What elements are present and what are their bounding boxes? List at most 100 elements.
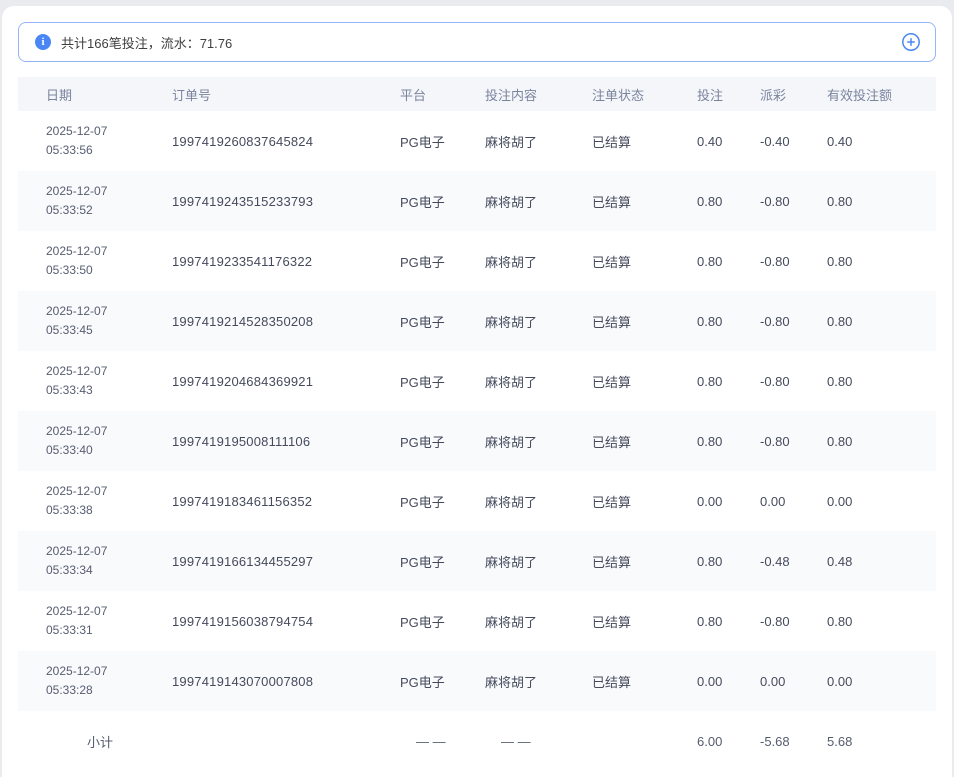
cell-bet: 0.80 (697, 554, 760, 569)
cell-bet: 0.80 (697, 194, 760, 209)
cell-platform: PG电子 (400, 132, 485, 151)
cell-payout: -0.40 (760, 134, 827, 149)
subtotal-content-dash: — — (485, 734, 592, 749)
cell-valid-bet: 0.80 (827, 614, 926, 629)
subtotal-platform-dash: — — (400, 734, 485, 749)
cell-date: 2025-12-07 05:33:45 (46, 302, 172, 340)
cell-content: 麻将胡了 (485, 552, 592, 571)
cell-order-number: 1997419143070007808 (172, 674, 400, 689)
cell-bet: 0.00 (697, 674, 760, 689)
cell-date: 2025-12-07 05:33:28 (46, 662, 172, 700)
cell-status: 已结算 (592, 192, 697, 211)
cell-order-number: 1997419233541176322 (172, 254, 400, 269)
cell-date: 2025-12-07 05:33:34 (46, 542, 172, 580)
cell-bet: 0.80 (697, 254, 760, 269)
cell-valid-bet: 0.80 (827, 314, 926, 329)
subtotal-valid-bet: 5.68 (827, 734, 926, 749)
table-body: 2025-12-07 05:33:56 1997419260837645824 … (18, 111, 936, 711)
cell-status: 已结算 (592, 492, 697, 511)
cell-content: 麻将胡了 (485, 252, 592, 271)
cell-payout: -0.80 (760, 434, 827, 449)
table-row: 2025-12-07 05:33:50 1997419233541176322 … (18, 231, 936, 291)
table-row: 2025-12-07 05:33:56 1997419260837645824 … (18, 111, 936, 171)
cell-bet: 0.80 (697, 314, 760, 329)
cell-payout: -0.80 (760, 194, 827, 209)
col-header-content: 投注内容 (485, 85, 592, 104)
cell-platform: PG电子 (400, 432, 485, 451)
cell-date: 2025-12-07 05:33:40 (46, 422, 172, 460)
cell-status: 已结算 (592, 612, 697, 631)
cell-date: 2025-12-07 05:33:52 (46, 182, 172, 220)
col-header-bet: 投注 (697, 85, 760, 104)
cell-payout: -0.80 (760, 314, 827, 329)
cell-payout: -0.48 (760, 554, 827, 569)
cell-platform: PG电子 (400, 192, 485, 211)
cell-platform: PG电子 (400, 312, 485, 331)
cell-order-number: 1997419195008111106 (172, 434, 400, 449)
cell-order-number: 1997419156038794754 (172, 614, 400, 629)
bets-table: 日期 订单号 平台 投注内容 注单状态 投注 派彩 有效投注额 2025-12-… (18, 77, 936, 771)
cell-payout: 0.00 (760, 674, 827, 689)
col-header-status: 注单状态 (592, 85, 697, 104)
table-row: 2025-12-07 05:33:28 1997419143070007808 … (18, 651, 936, 711)
cell-order-number: 1997419204684369921 (172, 374, 400, 389)
cell-status: 已结算 (592, 552, 697, 571)
subtotal-payout: -5.68 (760, 734, 827, 749)
cell-platform: PG电子 (400, 372, 485, 391)
cell-payout: -0.80 (760, 614, 827, 629)
summary-banner: i 共计166笔投注，流水：71.76 (18, 22, 936, 62)
cell-content: 麻将胡了 (485, 492, 592, 511)
cell-order-number: 1997419214528350208 (172, 314, 400, 329)
cell-platform: PG电子 (400, 252, 485, 271)
table-row: 2025-12-07 05:33:45 1997419214528350208 … (18, 291, 936, 351)
table-row: 2025-12-07 05:33:52 1997419243515233793 … (18, 171, 936, 231)
cell-status: 已结算 (592, 132, 697, 151)
cell-status: 已结算 (592, 372, 697, 391)
cell-valid-bet: 0.48 (827, 554, 926, 569)
cell-order-number: 1997419166134455297 (172, 554, 400, 569)
cell-platform: PG电子 (400, 672, 485, 691)
cell-bet: 0.80 (697, 614, 760, 629)
cell-date: 2025-12-07 05:33:38 (46, 482, 172, 520)
cell-platform: PG电子 (400, 612, 485, 631)
cell-bet: 0.80 (697, 374, 760, 389)
cell-payout: -0.80 (760, 374, 827, 389)
info-icon: i (35, 34, 51, 50)
cell-content: 麻将胡了 (485, 432, 592, 451)
cell-platform: PG电子 (400, 492, 485, 511)
cell-valid-bet: 0.00 (827, 674, 926, 689)
cell-bet: 0.40 (697, 134, 760, 149)
table-row: 2025-12-07 05:33:38 1997419183461156352 … (18, 471, 936, 531)
cell-content: 麻将胡了 (485, 132, 592, 151)
cell-content: 麻将胡了 (485, 312, 592, 331)
col-header-date: 日期 (46, 85, 172, 104)
cell-order-number: 1997419183461156352 (172, 494, 400, 509)
cell-bet: 0.80 (697, 434, 760, 449)
col-header-payout: 派彩 (760, 85, 827, 104)
circle-plus-icon[interactable] (901, 32, 921, 52)
subtotal-row: 小计 — — — — 6.00 -5.68 5.68 (18, 711, 936, 771)
content-panel: i 共计166笔投注，流水：71.76 日期 订单号 平台 投注内容 注单状态 … (2, 6, 952, 777)
summary-text: 共计166笔投注，流水：71.76 (61, 33, 901, 52)
cell-status: 已结算 (592, 672, 697, 691)
cell-bet: 0.00 (697, 494, 760, 509)
cell-date: 2025-12-07 05:33:56 (46, 122, 172, 160)
col-header-valid: 有效投注额 (827, 85, 926, 104)
col-header-platform: 平台 (400, 85, 485, 104)
cell-date: 2025-12-07 05:33:43 (46, 362, 172, 400)
cell-date: 2025-12-07 05:33:31 (46, 602, 172, 640)
cell-order-number: 1997419243515233793 (172, 194, 400, 209)
cell-content: 麻将胡了 (485, 192, 592, 211)
col-header-order: 订单号 (172, 85, 400, 104)
cell-valid-bet: 0.00 (827, 494, 926, 509)
subtotal-bet: 6.00 (697, 734, 760, 749)
cell-platform: PG电子 (400, 552, 485, 571)
cell-valid-bet: 0.80 (827, 374, 926, 389)
cell-valid-bet: 0.80 (827, 194, 926, 209)
table-footer: 小计 — — — — 6.00 -5.68 5.68 (18, 711, 936, 771)
cell-valid-bet: 0.80 (827, 254, 926, 269)
table-row: 2025-12-07 05:33:34 1997419166134455297 … (18, 531, 936, 591)
cell-valid-bet: 0.80 (827, 434, 926, 449)
cell-payout: -0.80 (760, 254, 827, 269)
table-header-row: 日期 订单号 平台 投注内容 注单状态 投注 派彩 有效投注额 (18, 77, 936, 111)
